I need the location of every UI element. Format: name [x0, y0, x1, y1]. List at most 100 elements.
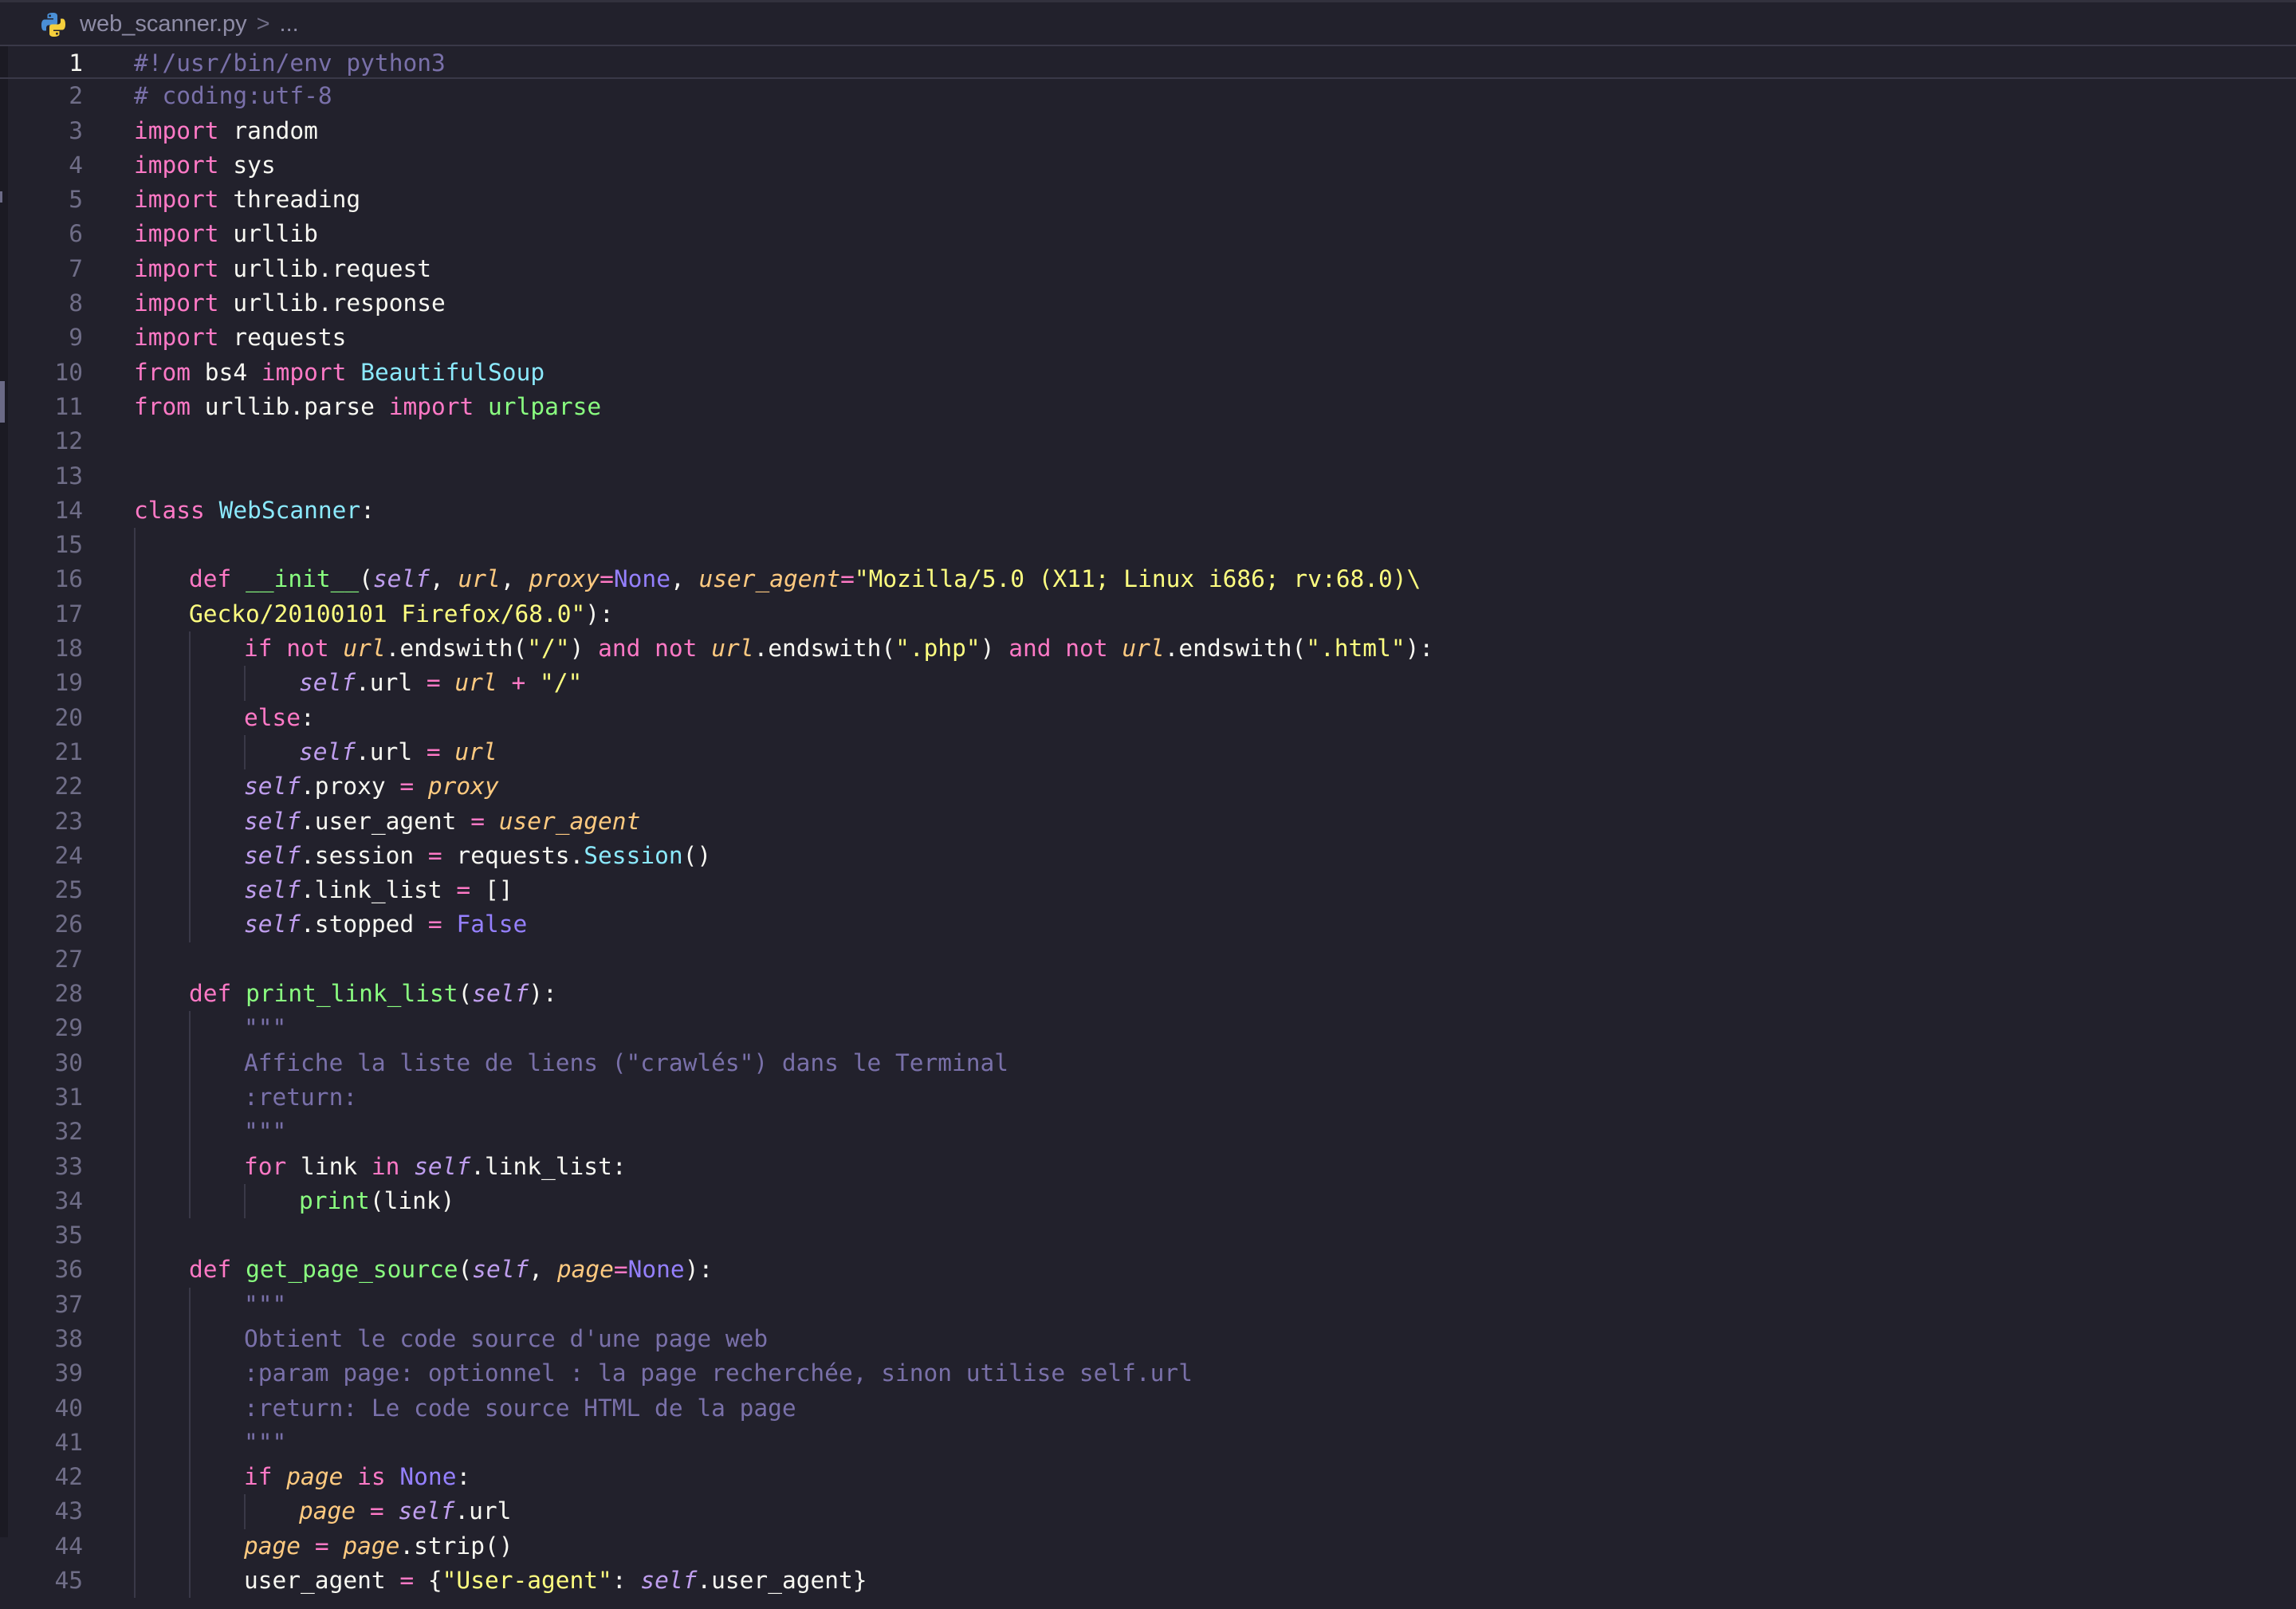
line-number[interactable]: 25 — [0, 873, 83, 907]
line-content[interactable]: Gecko/20100101 Firefox/68.0"): — [189, 597, 614, 631]
code-line[interactable]: 1 #!/usr/bin/env python3 — [0, 45, 2296, 81]
code-line[interactable]: 8 import urllib.response — [0, 286, 2296, 321]
line-content[interactable]: import sys — [134, 148, 276, 183]
line-number[interactable]: 11 — [0, 390, 83, 424]
code-line[interactable]: 45 user_agent = {"User-agent": self.user_… — [0, 1564, 2296, 1599]
line-content[interactable]: from bs4 import BeautifulSoup — [134, 356, 545, 390]
line-number[interactable]: 2 — [0, 79, 83, 113]
line-number[interactable]: 18 — [0, 631, 83, 666]
line-number[interactable]: 26 — [0, 907, 83, 942]
line-number[interactable]: 10 — [0, 356, 83, 390]
line-number[interactable]: 16 — [0, 562, 83, 596]
code-line[interactable]: 37 """ — [0, 1287, 2296, 1322]
line-content[interactable]: def print_link_list(self): — [189, 977, 557, 1011]
line-content[interactable]: from urllib.parse import urlparse — [134, 390, 601, 424]
line-content[interactable]: for link in self.link_list: — [244, 1150, 627, 1184]
line-content[interactable]: self.url = url — [299, 735, 497, 769]
line-number[interactable]: 29 — [0, 1011, 83, 1045]
line-number[interactable]: 28 — [0, 977, 83, 1011]
line-number[interactable]: 34 — [0, 1184, 83, 1218]
line-content[interactable]: Obtient le code source d'une page web — [244, 1322, 768, 1356]
line-content[interactable]: """ — [244, 1115, 286, 1149]
line-number[interactable]: 44 — [0, 1529, 83, 1564]
code-line[interactable]: 12 — [0, 424, 2296, 458]
code-line[interactable]: 29 """ — [0, 1011, 2296, 1046]
line-number[interactable]: 17 — [0, 597, 83, 631]
line-number[interactable]: 12 — [0, 424, 83, 458]
line-number[interactable]: 3 — [0, 114, 83, 148]
code-line[interactable]: 23 self.user_agent = user_agent — [0, 804, 2296, 839]
code-line[interactable]: 13 — [0, 459, 2296, 494]
line-content[interactable]: if not url.endswith("/") and not url.end… — [244, 631, 1433, 666]
line-number[interactable]: 13 — [0, 459, 83, 494]
code-line[interactable]: 22 self.proxy = proxy — [0, 769, 2296, 804]
line-content[interactable]: self.stopped = False — [244, 907, 527, 942]
line-content[interactable]: import threading — [134, 183, 360, 217]
code-line[interactable]: 7 import urllib.request — [0, 252, 2296, 286]
line-number[interactable]: 22 — [0, 769, 83, 804]
code-line[interactable]: 4 import sys — [0, 148, 2296, 183]
code-line[interactable]: 6 import urllib — [0, 217, 2296, 251]
code-line[interactable]: 41 """ — [0, 1425, 2296, 1461]
breadcrumb-symbols[interactable]: ... — [280, 11, 299, 37]
line-content[interactable]: class WebScanner: — [134, 494, 375, 528]
code-line[interactable]: 42 if page is None: — [0, 1460, 2296, 1495]
line-number[interactable]: 6 — [0, 217, 83, 251]
line-number[interactable]: 4 — [0, 148, 83, 183]
code-line[interactable]: 39:param page: optionnel : la page reche… — [0, 1356, 2296, 1391]
code-line[interactable]: 5 import threading — [0, 183, 2296, 217]
line-content[interactable]: else: — [244, 701, 315, 735]
line-number[interactable]: 21 — [0, 735, 83, 769]
code-line[interactable]: 32 """ — [0, 1115, 2296, 1150]
line-number[interactable]: 45 — [0, 1564, 83, 1598]
line-content[interactable]: page = page.strip() — [244, 1529, 513, 1564]
code-line[interactable]: 33 for link in self.link_list: — [0, 1149, 2296, 1184]
line-content[interactable]: import urllib.response — [134, 286, 446, 321]
line-content[interactable]: user_agent = {"User-agent": self.user_ag… — [244, 1564, 867, 1598]
line-number[interactable]: 42 — [0, 1460, 83, 1494]
line-number[interactable]: 9 — [0, 321, 83, 355]
line-number[interactable]: 30 — [0, 1046, 83, 1080]
line-number[interactable]: 33 — [0, 1150, 83, 1184]
code-line[interactable]: 44 page = page.strip() — [0, 1528, 2296, 1564]
line-number[interactable]: 14 — [0, 494, 83, 528]
code-line[interactable]: 34 print(link) — [0, 1183, 2296, 1219]
code-line[interactable]: 35 — [0, 1218, 2296, 1253]
line-number[interactable]: 1 — [0, 46, 83, 81]
line-number[interactable]: 7 — [0, 252, 83, 286]
line-content[interactable]: self.link_list = [] — [244, 873, 513, 907]
line-number[interactable]: 20 — [0, 701, 83, 735]
line-number[interactable]: 43 — [0, 1494, 83, 1528]
code-line[interactable]: 27 — [0, 942, 2296, 978]
line-content[interactable]: Affiche la liste de liens ("crawlés") da… — [244, 1046, 1008, 1080]
line-number[interactable]: 41 — [0, 1426, 83, 1460]
line-content[interactable]: if page is None: — [244, 1460, 470, 1494]
line-number[interactable]: 31 — [0, 1080, 83, 1115]
line-content[interactable]: def __init__(self, url, proxy=None, user… — [189, 562, 1421, 596]
line-number[interactable]: 40 — [0, 1391, 83, 1426]
line-content[interactable]: page = self.url — [299, 1494, 511, 1528]
line-number[interactable]: 32 — [0, 1115, 83, 1149]
code-line[interactable]: 21 self.url = url — [0, 734, 2296, 770]
code-line[interactable]: 24 self.session = requests.Session() — [0, 838, 2296, 874]
code-line[interactable]: 26 self.stopped = False — [0, 907, 2296, 942]
line-content[interactable]: self.proxy = proxy — [244, 769, 499, 804]
code-line[interactable]: 15 — [0, 528, 2296, 563]
line-content[interactable]: self.user_agent = user_agent — [244, 804, 640, 839]
line-content[interactable]: """ — [244, 1011, 286, 1045]
line-number[interactable]: 8 — [0, 286, 83, 321]
line-number[interactable]: 5 — [0, 183, 83, 217]
code-line[interactable]: 17 Gecko/20100101 Firefox/68.0"): — [0, 596, 2296, 632]
code-editor[interactable]: 1 #!/usr/bin/env python3 2 # coding:utf-8 3 i… — [0, 45, 2296, 1599]
line-number[interactable]: 23 — [0, 804, 83, 839]
breadcrumb-file[interactable]: web_scanner.py — [80, 11, 247, 37]
line-content[interactable]: :return: Le code source HTML de la page — [244, 1391, 796, 1426]
code-line[interactable]: 18 if not url.endswith("/") and not url.e… — [0, 631, 2296, 667]
code-line[interactable]: 25 self.link_list = [] — [0, 873, 2296, 908]
line-content[interactable]: :param page: optionnel : la page recherc… — [244, 1356, 1193, 1391]
code-line[interactable]: 2 # coding:utf-8 — [0, 79, 2296, 113]
line-number[interactable]: 19 — [0, 666, 83, 700]
line-content[interactable]: self.url = url + "/" — [299, 666, 582, 700]
code-line[interactable]: 40 :return: Le code source HTML de la pag… — [0, 1391, 2296, 1426]
line-content[interactable]: # coding:utf-8 — [134, 79, 332, 113]
